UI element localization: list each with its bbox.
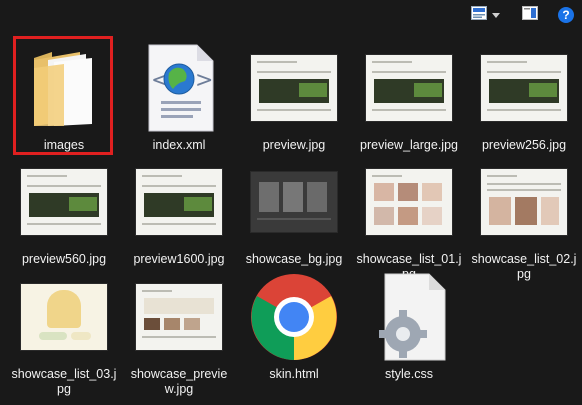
chrome-icon (239, 267, 349, 367)
file-item-preview256-jpg[interactable]: preview256.jpg (469, 38, 579, 153)
image-thumbnail (239, 152, 349, 252)
file-item-style-css[interactable]: style.css (354, 267, 464, 382)
file-item-showcase-list-01-jpg[interactable]: showcase_list_01.jpg (354, 152, 464, 282)
file-name: preview560.jpg (21, 252, 107, 266)
file-name: skin.html (269, 367, 319, 381)
file-name: preview_large.jpg (360, 138, 458, 152)
file-item-images[interactable]: images (9, 38, 119, 153)
file-grid: images < > index.xml preview.jpg preview… (0, 0, 582, 405)
svg-text:>: > (195, 68, 213, 93)
file-name: preview1600.jpg (133, 252, 225, 266)
file-item-preview-large-jpg[interactable]: preview_large.jpg (354, 38, 464, 153)
image-thumbnail (124, 152, 234, 252)
file-name: showcase_preview.jpg (130, 367, 228, 396)
xml-file-icon: < > (124, 38, 234, 138)
file-item-preview1600-jpg[interactable]: preview1600.jpg (124, 152, 234, 267)
file-item-showcase-bg-jpg[interactable]: showcase_bg.jpg (239, 152, 349, 267)
file-item-showcase-list-02-jpg[interactable]: showcase_list_02.jpg (469, 152, 579, 282)
file-name: style.css (385, 367, 433, 381)
image-thumbnail (354, 152, 464, 252)
image-thumbnail (469, 152, 579, 252)
file-name: showcase_list_02.jpg (471, 252, 577, 281)
image-thumbnail (124, 267, 234, 367)
file-name: index.xml (152, 138, 206, 152)
file-name: preview256.jpg (481, 138, 567, 152)
file-item-showcase-preview-jpg[interactable]: showcase_preview.jpg (124, 267, 234, 397)
file-item-skin-html[interactable]: skin.html (239, 267, 349, 382)
file-item-showcase-list-03-jpg[interactable]: showcase_list_03.jpg (9, 267, 119, 397)
file-name: showcase_list_03.jpg (11, 367, 117, 396)
file-item-preview560-jpg[interactable]: preview560.jpg (9, 152, 119, 267)
image-thumbnail (9, 152, 119, 252)
css-file-icon (354, 267, 464, 367)
image-thumbnail (469, 38, 579, 138)
image-thumbnail (354, 38, 464, 138)
image-thumbnail (239, 38, 349, 138)
file-name: images (43, 138, 85, 152)
image-thumbnail (9, 267, 119, 367)
file-name: showcase_bg.jpg (245, 252, 343, 266)
folder-icon (9, 38, 119, 138)
file-item-index-xml[interactable]: < > index.xml (124, 38, 234, 153)
file-item-preview-jpg[interactable]: preview.jpg (239, 38, 349, 153)
file-name: preview.jpg (262, 138, 326, 152)
